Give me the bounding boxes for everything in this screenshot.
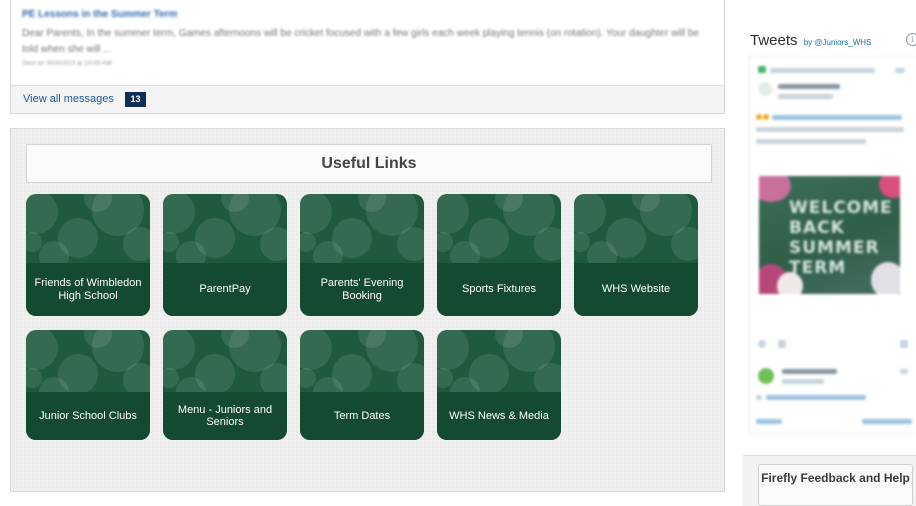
bubble-decoration <box>26 232 42 252</box>
image-icon <box>756 395 762 400</box>
tweet-author-handle <box>782 379 824 384</box>
retweet-header-text <box>770 68 875 73</box>
tweet-author-handle <box>778 94 833 99</box>
message-sent-date: Sent on 30/3/2023 at 10:00 AM <box>22 60 112 67</box>
message-count-badge: 13 <box>125 92 146 107</box>
tweet-text-line <box>756 127 904 132</box>
link-tile-menu[interactable]: Menu - Juniors and Seniors <box>163 330 287 440</box>
tile-bubble-pattern <box>574 194 698 264</box>
tweet-text-line <box>756 139 866 144</box>
bubble-decoration <box>437 194 469 234</box>
useful-links-panel: Useful Links Friends of Wimbledon High S… <box>10 128 725 492</box>
tweet-text-line <box>772 115 902 120</box>
feedback-panel: Firefly Feedback and Help <box>743 455 916 506</box>
flower-decoration <box>759 176 791 202</box>
link-tile-parents-evening-booking[interactable]: Parents' Evening Booking <box>300 194 424 316</box>
tile-bubble-pattern <box>300 194 424 264</box>
bubble-decoration <box>163 232 179 252</box>
tweet-author-name <box>782 369 837 374</box>
view-on-twitter-link <box>862 419 912 424</box>
link-tile-whs-news-media[interactable]: WHS News & Media <box>437 330 561 440</box>
bubble-decoration <box>574 232 590 252</box>
messages-panel: PE Lessons in the Summer Term Dear Paren… <box>10 0 725 114</box>
link-tile-parentpay[interactable]: ParentPay <box>163 194 287 316</box>
tile-label: Parents' Evening Booking <box>300 263 424 316</box>
star-emoji-icon <box>756 114 762 120</box>
tile-bubble-pattern <box>437 330 561 400</box>
bubble-decoration <box>300 194 332 234</box>
tweets-title: Tweets by @Juniors_WHS <box>750 32 871 49</box>
tweets-panel: Tweets by @Juniors_WHS i WELCOME BACK SU… <box>743 0 916 444</box>
bubble-decoration <box>437 368 453 388</box>
bubble-decoration <box>574 194 606 234</box>
bubble-decoration <box>163 330 195 370</box>
tile-bubble-pattern <box>163 330 287 400</box>
tweet-image-welcome-back[interactable]: WELCOME BACK SUMMER TERM <box>759 176 900 294</box>
tile-label: Junior School Clubs <box>26 392 150 440</box>
messages-footer: View all messages 13 <box>11 85 724 113</box>
twitter-bird-icon <box>900 369 908 374</box>
link-tile-whs-website[interactable]: WHS Website <box>574 194 698 316</box>
tile-bubble-pattern <box>26 330 150 400</box>
message-body: Dear Parents, In the summer term, Games … <box>22 28 699 55</box>
firefly-feedback-help-button[interactable]: Firefly Feedback and Help <box>758 464 913 506</box>
tile-label: WHS News & Media <box>437 392 561 440</box>
tile-bubble-pattern <box>300 330 424 400</box>
tile-label: WHS Website <box>574 263 698 316</box>
bubble-decoration <box>300 232 316 252</box>
bubble-decoration <box>26 194 58 234</box>
twitter-timeline[interactable]: WELCOME BACK SUMMER TERM <box>749 56 916 434</box>
retweet-icon <box>758 66 766 73</box>
tile-label: Sports Fixtures <box>437 263 561 316</box>
avatar <box>758 368 774 384</box>
tile-bubble-pattern <box>437 194 561 264</box>
twitter-bird-icon <box>895 68 905 73</box>
bubble-decoration <box>26 330 58 370</box>
tile-label: ParentPay <box>163 263 287 316</box>
flower-decoration <box>879 176 900 198</box>
link-icon <box>900 340 908 348</box>
bubble-decoration <box>163 368 179 388</box>
link-tile-friends-of-whs[interactable]: Friends of Wimbledon High School <box>26 194 150 316</box>
tweet-author-name <box>778 84 840 89</box>
tile-label: Term Dates <box>300 392 424 440</box>
bubble-decoration <box>300 330 332 370</box>
tile-label: Friends of Wimbledon High School <box>26 263 150 316</box>
link-tile-term-dates[interactable]: Term Dates <box>300 330 424 440</box>
link-tile-sports-fixtures[interactable]: Sports Fixtures <box>437 194 561 316</box>
share-icon <box>778 340 786 348</box>
link-tile-junior-school-clubs[interactable]: Junior School Clubs <box>26 330 150 440</box>
avatar <box>758 82 772 96</box>
bubble-decoration <box>300 368 316 388</box>
view-all-messages-link[interactable]: View all messages <box>23 93 114 105</box>
useful-links-heading: Useful Links <box>26 144 712 183</box>
tile-bubble-pattern <box>26 194 150 264</box>
embed-link <box>756 419 782 424</box>
tweets-account-link[interactable]: by @Juniors_WHS <box>804 38 872 47</box>
welcome-image-text: WELCOME BACK SUMMER TERM <box>789 198 893 278</box>
tweets-heading: Tweets <box>750 32 798 49</box>
bubble-decoration <box>163 194 195 234</box>
star-emoji-icon <box>763 114 769 120</box>
info-icon[interactable]: i <box>906 33 916 46</box>
bubble-decoration <box>437 330 469 370</box>
tweet-text-line <box>766 395 866 400</box>
tile-label: Menu - Juniors and Seniors <box>163 392 287 440</box>
message-title[interactable]: PE Lessons in the Summer Term <box>22 9 177 20</box>
reply-icon <box>758 340 766 348</box>
tile-bubble-pattern <box>163 194 287 264</box>
bubble-decoration <box>437 232 453 252</box>
bubble-decoration <box>26 368 42 388</box>
